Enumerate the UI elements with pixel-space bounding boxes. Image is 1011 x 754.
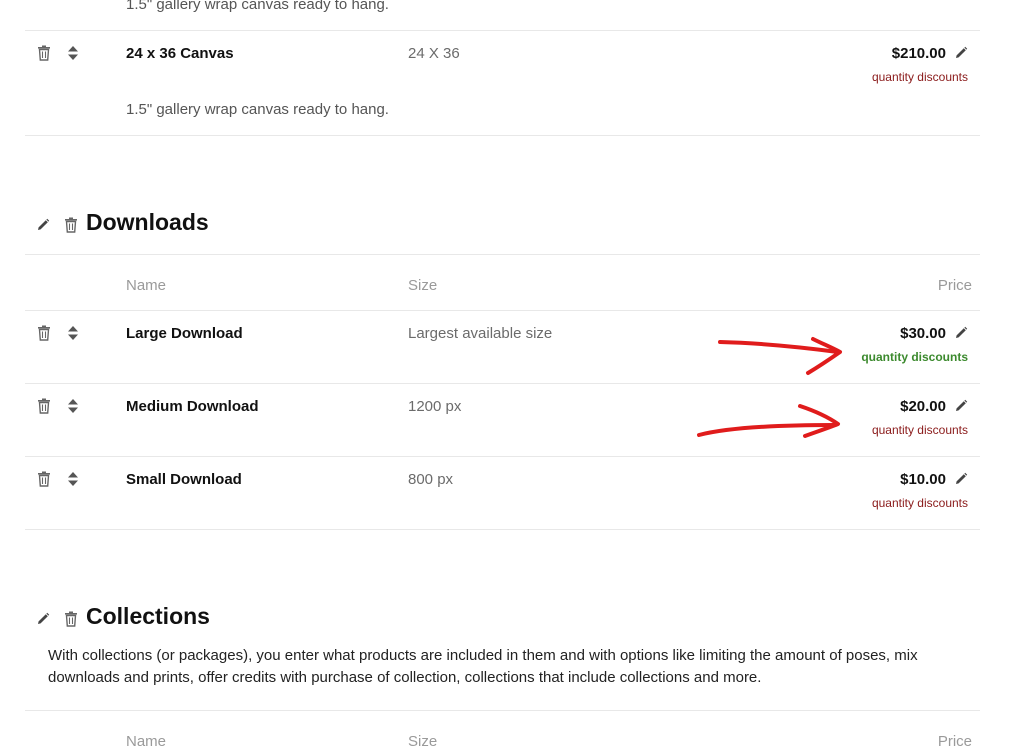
row-divider [25, 310, 980, 311]
product-name: Large Download [126, 325, 243, 342]
sort-arrows-icon[interactable] [67, 325, 81, 341]
sort-arrows-icon[interactable] [67, 45, 81, 61]
row-divider [25, 710, 980, 711]
section-title: Collections [86, 603, 210, 629]
quantity-discounts-link[interactable]: quantity discounts [872, 423, 968, 437]
product-name: Small Download [126, 471, 242, 488]
column-header-size: Size [408, 733, 438, 750]
quantity-discounts-link[interactable]: quantity discounts [872, 496, 968, 510]
section-description: With collections (or packages), you ente… [48, 647, 918, 686]
product-size: 1200 px [408, 398, 462, 415]
pencil-icon[interactable] [954, 472, 968, 486]
product-price: $210.00 [891, 45, 946, 62]
row-divider [25, 456, 980, 457]
product-name: 24 x 36 Canvas [126, 45, 234, 62]
row-divider [25, 30, 980, 31]
trash-icon[interactable] [64, 611, 78, 627]
product-price: $20.00 [900, 398, 946, 415]
canvas-top-description: 1.5" gallery wrap canvas ready to hang. [126, 0, 389, 13]
sort-arrows-icon[interactable] [67, 471, 81, 487]
product-price: $30.00 [900, 325, 946, 342]
column-header-size: Size [408, 277, 438, 294]
trash-icon[interactable] [64, 217, 78, 233]
pencil-icon[interactable] [36, 612, 50, 628]
trash-icon[interactable] [37, 398, 51, 414]
section-title: Downloads [86, 209, 209, 235]
row-divider [25, 135, 980, 136]
sort-arrows-icon[interactable] [67, 398, 81, 414]
pencil-icon[interactable] [954, 46, 968, 60]
product-size: 24 X 36 [408, 45, 460, 62]
pencil-icon[interactable] [954, 326, 968, 340]
column-header-name: Name [126, 733, 167, 750]
column-header-name: Name [126, 277, 167, 294]
product-name: Medium Download [126, 398, 259, 415]
pencil-icon[interactable] [36, 218, 50, 234]
quantity-discounts-link[interactable]: quantity discounts [861, 350, 968, 364]
row-divider [25, 254, 980, 255]
row-divider [25, 529, 980, 530]
product-size: 800 px [408, 471, 454, 488]
quantity-discounts-link[interactable]: quantity discounts [872, 70, 968, 84]
trash-icon[interactable] [37, 45, 51, 61]
annotation-arrows [697, 337, 842, 438]
trash-icon[interactable] [37, 325, 51, 341]
trash-icon[interactable] [37, 471, 51, 487]
product-size: Largest available size [408, 325, 553, 342]
product-description: 1.5" gallery wrap canvas ready to hang. [126, 101, 389, 118]
pencil-icon[interactable] [954, 399, 968, 413]
column-header-price: Price [937, 733, 972, 750]
product-price: $10.00 [900, 471, 946, 488]
column-header-price: Price [937, 277, 972, 294]
